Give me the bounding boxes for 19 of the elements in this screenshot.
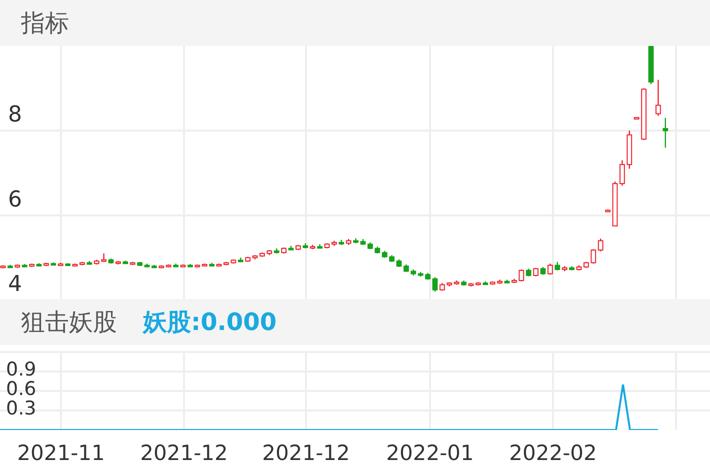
indicator-reading: 妖股:0.000	[143, 306, 277, 338]
indicator-title: 狙击妖股	[21, 306, 117, 338]
date-label: 2021-12	[140, 441, 228, 466]
date-label: 2022-01	[386, 441, 474, 466]
axis-label: 6	[8, 187, 22, 212]
candlestick	[662, 117, 668, 148]
candlestick	[656, 79, 661, 116]
date-label: 2021-12	[262, 441, 350, 466]
axis-label: 0.6	[6, 378, 36, 400]
axis-label: 8	[8, 102, 22, 128]
candlestick	[548, 262, 553, 276]
axis-label: 0.9	[6, 358, 36, 380]
panel-title: 指标	[21, 8, 69, 39]
axis-label: 4	[8, 272, 22, 297]
axis-label: 0.3	[6, 397, 36, 420]
date-label: 2022-02	[509, 441, 597, 466]
candlestick	[598, 238, 604, 252]
date-label: 2021-11	[17, 441, 105, 466]
candlestick	[432, 276, 438, 292]
